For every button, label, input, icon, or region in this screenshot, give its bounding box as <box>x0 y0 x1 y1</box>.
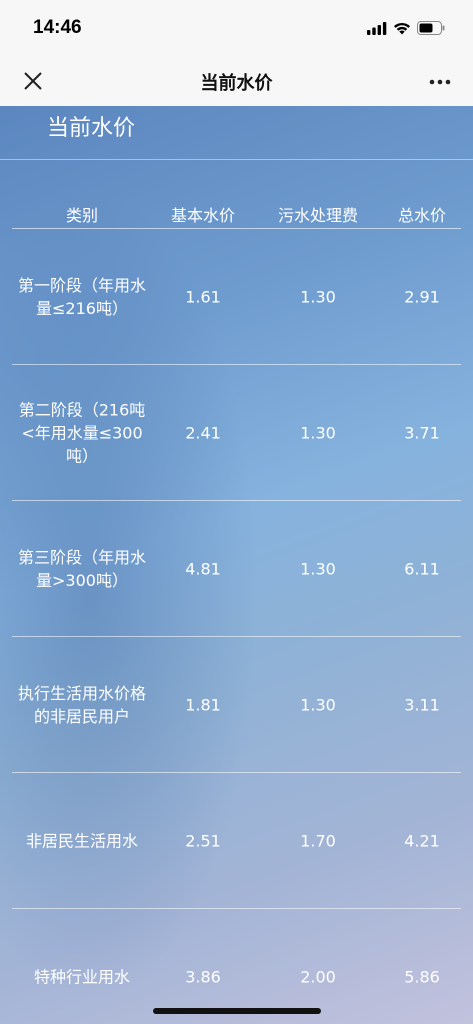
row-sewage-fee: 1.30 <box>300 423 336 443</box>
home-indicator[interactable] <box>153 1008 321 1014</box>
battery-icon <box>417 21 445 35</box>
row-category: 执行生活用水价格的非居民用户 <box>17 684 146 726</box>
nav-bar: 当前水价 <box>0 56 473 106</box>
heading-divider <box>0 159 473 160</box>
row-base-price: 2.41 <box>185 423 221 443</box>
row-base-price: 1.81 <box>185 695 221 715</box>
header-total-price: 总水价 <box>397 206 446 225</box>
status-bar: 14:46 <box>0 0 473 56</box>
more-icon[interactable] <box>427 69 453 95</box>
status-icons <box>367 19 445 37</box>
row-base-price: 1.61 <box>185 287 221 307</box>
signal-icon <box>367 21 387 35</box>
row-category: 第三阶段（年用水量>300吨） <box>17 548 146 590</box>
table-row: 第二阶段（216吨<年用水量≤300吨） 2.41 1.30 3.71 <box>0 365 473 501</box>
row-sewage-fee: 2.00 <box>300 967 336 987</box>
row-sewage-fee: 1.30 <box>300 287 336 307</box>
row-total-price: 3.11 <box>404 695 440 715</box>
row-base-price: 3.86 <box>185 967 221 987</box>
row-base-price: 2.51 <box>185 831 221 851</box>
row-total-price: 4.21 <box>404 831 440 851</box>
row-total-price: 2.91 <box>404 287 440 307</box>
row-sewage-fee: 1.70 <box>300 831 336 851</box>
row-sewage-fee: 1.30 <box>300 695 336 715</box>
row-base-price: 4.81 <box>185 559 221 579</box>
price-content[interactable]: 当前水价 类别 基本水价 污水处理费 总水价 第一阶段（年用水量≤216吨） 1… <box>0 106 473 1024</box>
header-base-price: 基本水价 <box>170 206 235 225</box>
nav-title: 当前水价 <box>200 73 273 94</box>
table-row: 执行生活用水价格的非居民用户 1.81 1.30 3.11 <box>0 637 473 773</box>
table-row: 特种行业用水 3.86 2.00 5.86 <box>0 909 473 1024</box>
header-category: 类别 <box>65 206 98 225</box>
header-sewage-fee: 污水处理费 <box>277 206 358 225</box>
row-category: 非居民生活用水 <box>25 831 138 851</box>
row-category: 特种行业用水 <box>33 967 130 987</box>
table-row: 第一阶段（年用水量≤216吨） 1.61 1.30 2.91 <box>0 229 473 365</box>
row-total-price: 6.11 <box>404 559 440 579</box>
row-category: 第二阶段（216吨<年用水量≤300吨） <box>18 400 146 466</box>
table-row: 非居民生活用水 2.51 1.70 4.21 <box>0 773 473 909</box>
status-time: 14:46 <box>33 17 82 38</box>
wifi-icon <box>394 22 410 34</box>
table-row: 第三阶段（年用水量>300吨） 4.81 1.30 6.11 <box>0 501 473 637</box>
row-total-price: 3.71 <box>404 423 440 443</box>
row-sewage-fee: 1.30 <box>300 559 336 579</box>
row-category: 第一阶段（年用水量≤216吨） <box>17 276 146 318</box>
page-heading: 当前水价 <box>47 116 136 141</box>
row-total-price: 5.86 <box>404 967 440 987</box>
